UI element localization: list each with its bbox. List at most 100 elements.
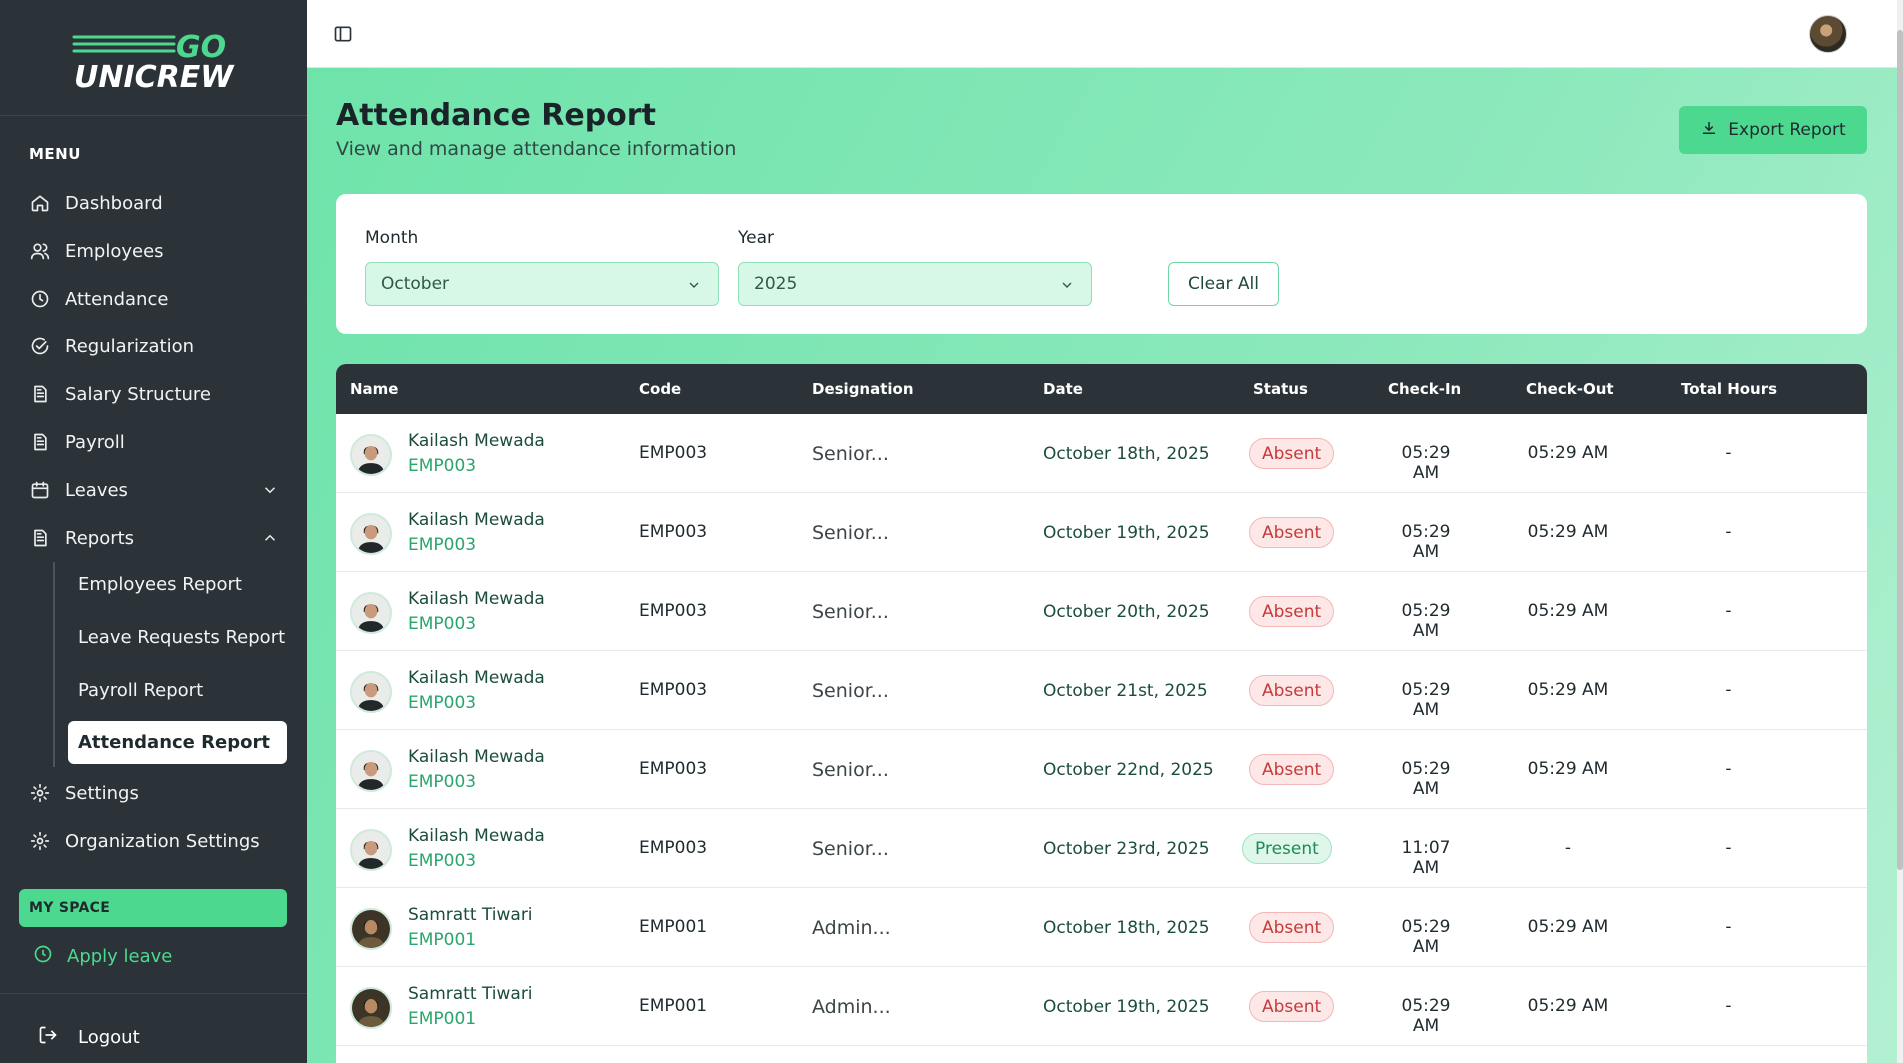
- person-avatar-icon: [352, 910, 390, 948]
- employee-designation: Senior...: [812, 601, 889, 623]
- sidebar-item-label: Settings: [65, 782, 139, 804]
- sidebar-item-leaves[interactable]: Leaves: [29, 472, 279, 508]
- column-header-status[interactable]: Status: [1253, 380, 1308, 398]
- sidebar-item-organization-settings[interactable]: Organization Settings: [29, 823, 279, 859]
- status-badge: Absent: [1249, 596, 1335, 627]
- employee-name: Samratt Tiwari: [408, 984, 533, 1004]
- sidebar-item-dashboard[interactable]: Dashboard: [29, 185, 279, 221]
- column-header-check-out[interactable]: Check-Out: [1526, 380, 1614, 398]
- sidebar-item-label: Leaves: [65, 479, 128, 501]
- check-out-time: 05:29 AM: [1527, 917, 1609, 937]
- person-avatar-icon: [352, 989, 390, 1027]
- person-avatar-icon: [352, 752, 390, 790]
- users-icon: [29, 240, 51, 262]
- logout-icon: [38, 1025, 58, 1050]
- document-icon: [29, 383, 51, 405]
- check-circle-icon: [29, 335, 51, 357]
- sidebar-subitem-employees-report[interactable]: Employees Report: [78, 564, 242, 604]
- check-in-time: 05:29 AM: [1401, 759, 1451, 799]
- sidebar-item-settings[interactable]: Settings: [29, 775, 279, 811]
- sidebar: GO UNICREW MENU Dashboard Employees Atte…: [0, 0, 307, 1063]
- status-badge: Absent: [1249, 991, 1335, 1022]
- check-out-time: -: [1564, 838, 1572, 858]
- table-row[interactable]: Kailash Mewada EMP003 EMP003 Senior... O…: [336, 651, 1867, 730]
- employee-avatar: [350, 829, 392, 871]
- check-in-time: 11:07 AM: [1401, 838, 1451, 878]
- column-header-designation[interactable]: Designation: [812, 380, 914, 398]
- chevron-up-icon[interactable]: [261, 529, 279, 547]
- table-row[interactable]: Samratt Tiwari EMP001 EMP001 Admin... Oc…: [336, 888, 1867, 967]
- sidebar-item-payroll[interactable]: Payroll: [29, 424, 279, 460]
- employee-avatar: [350, 671, 392, 713]
- sidebar-subitem-leave-requests-report[interactable]: Leave Requests Report: [78, 617, 285, 657]
- table-row[interactable]: Kailash Mewada EMP003 EMP003 Senior... O…: [336, 493, 1867, 572]
- check-in-time: 05:29 AM: [1401, 917, 1451, 957]
- person-avatar-icon: [352, 515, 390, 553]
- column-header-name[interactable]: Name: [350, 380, 398, 398]
- total-hours: -: [1725, 996, 1732, 1016]
- employee-code: EMP003: [639, 759, 708, 779]
- year-select[interactable]: 2025: [738, 262, 1092, 306]
- home-icon: [29, 192, 51, 214]
- sidebar-item-apply-leave[interactable]: Apply leave: [33, 938, 172, 974]
- sidebar-item-salary-structure[interactable]: Salary Structure: [29, 376, 279, 412]
- status-badge: Absent: [1249, 517, 1335, 548]
- clear-all-button[interactable]: Clear All: [1168, 262, 1279, 306]
- sidebar-toggle-icon[interactable]: [333, 24, 353, 44]
- employee-code: EMP003: [639, 680, 708, 700]
- employee-name: Kailash Mewada: [408, 747, 545, 767]
- sidebar-subitem-attendance-report[interactable]: Attendance Report: [68, 721, 287, 764]
- brand-logo[interactable]: GO UNICREW: [0, 0, 307, 116]
- user-avatar[interactable]: [1809, 15, 1847, 53]
- table-row[interactable]: Kailash Mewada EMP003 EMP003 Senior... O…: [336, 730, 1867, 809]
- table-row[interactable]: Kailash Mewada EMP003 EMP003 Senior... O…: [336, 572, 1867, 651]
- check-out-time: 05:29 AM: [1527, 443, 1609, 463]
- employee-designation: Senior...: [812, 759, 889, 781]
- table-row[interactable]: Kailash Mewada EMP003 EMP003 Senior... O…: [336, 414, 1867, 493]
- status-badge: Absent: [1249, 675, 1335, 706]
- attendance-date: October 20th, 2025: [1043, 602, 1210, 622]
- employee-name: Samratt Tiwari: [408, 905, 533, 925]
- employee-avatar: [350, 750, 392, 792]
- logout-button[interactable]: Logout: [38, 1019, 140, 1055]
- sidebar-item-reports[interactable]: Reports: [29, 520, 279, 556]
- chevron-down-icon[interactable]: [261, 481, 279, 499]
- month-select-value: October: [381, 274, 450, 294]
- attendance-date: October 18th, 2025: [1043, 918, 1210, 938]
- employee-code-sub: EMP003: [408, 693, 477, 713]
- employee-name: Kailash Mewada: [408, 826, 545, 846]
- employee-code-sub: EMP003: [408, 851, 477, 871]
- check-in-time: 05:29 AM: [1401, 680, 1451, 720]
- table-row[interactable]: Kailash Mewada EMP003 EMP003 Senior... O…: [336, 809, 1867, 888]
- employee-code: EMP001: [639, 996, 708, 1016]
- export-report-label: Export Report: [1728, 120, 1846, 140]
- status-badge: Absent: [1249, 438, 1335, 469]
- scrollbar-thumb[interactable]: [1897, 30, 1903, 870]
- employee-designation: Senior...: [812, 522, 889, 544]
- month-select[interactable]: October: [365, 262, 719, 306]
- column-header-date[interactable]: Date: [1043, 380, 1083, 398]
- menu-label: MENU: [29, 145, 81, 163]
- attendance-date: October 21st, 2025: [1043, 681, 1208, 701]
- column-header-check-in[interactable]: Check-In: [1388, 380, 1461, 398]
- sidebar-item-employees[interactable]: Employees: [29, 233, 279, 269]
- sidebar-item-attendance[interactable]: Attendance: [29, 281, 279, 317]
- attendance-date: October 23rd, 2025: [1043, 839, 1210, 859]
- page-scrollbar[interactable]: [1897, 0, 1903, 1063]
- total-hours: -: [1725, 443, 1732, 463]
- total-hours: -: [1725, 838, 1732, 858]
- employee-name: Kailash Mewada: [408, 510, 545, 530]
- column-header-total-hours[interactable]: Total Hours: [1681, 380, 1777, 398]
- sidebar-subitem-payroll-report[interactable]: Payroll Report: [78, 670, 203, 710]
- employee-designation: Senior...: [812, 443, 889, 465]
- employee-code: EMP001: [639, 917, 708, 937]
- employee-designation: Admin...: [812, 917, 891, 939]
- sidebar-item-regularization[interactable]: Regularization: [29, 328, 279, 364]
- table-row[interactable]: Samratt Tiwari EMP001 EMP001 Admin... Oc…: [336, 967, 1867, 1046]
- page-title: Attendance Report: [336, 98, 656, 133]
- export-report-button[interactable]: Export Report: [1679, 106, 1867, 154]
- check-out-time: 05:29 AM: [1527, 522, 1609, 542]
- column-header-code[interactable]: Code: [639, 380, 681, 398]
- sidebar-item-label: Regularization: [65, 335, 194, 357]
- person-avatar-icon: [352, 831, 390, 869]
